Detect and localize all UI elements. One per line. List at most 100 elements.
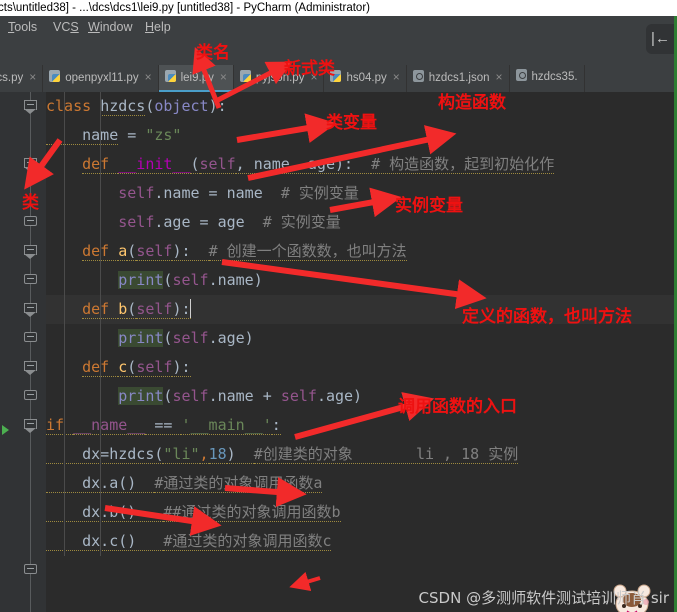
- code-token: #创建类的对象 li , 18 实例: [253, 445, 519, 464]
- editor-tab[interactable]: hzdcs1.json ×: [407, 65, 510, 92]
- editor-tab-label: pyjson.py: [255, 72, 305, 84]
- code-line[interactable]: name = "zs": [46, 121, 677, 150]
- indent-guide: [64, 440, 65, 469]
- indent-guide: [64, 353, 65, 382]
- code-token: class: [46, 97, 101, 115]
- code-token: ,: [199, 445, 209, 464]
- close-icon[interactable]: ×: [220, 65, 227, 90]
- code-line[interactable]: def b(self):: [46, 295, 677, 324]
- editor-tab-label: openpyxl11.py: [65, 72, 139, 84]
- code-line[interactable]: print(self.age): [46, 324, 677, 353]
- fold-box: [24, 564, 37, 574]
- code-token: name: [46, 126, 119, 145]
- text-caret: [189, 299, 191, 318]
- editor-tab[interactable]: pyjson.py ×: [234, 65, 325, 92]
- close-icon[interactable]: ×: [310, 65, 317, 90]
- close-icon[interactable]: ×: [393, 65, 400, 90]
- code-fold-toggle[interactable]: [24, 361, 38, 375]
- editor-tab[interactable]: lei9.py ×: [158, 65, 234, 92]
- code-token: ): [226, 445, 254, 464]
- close-icon[interactable]: ×: [496, 65, 503, 90]
- code-token: ):: [172, 300, 191, 319]
- menu-item-window[interactable]: Window: [88, 20, 132, 34]
- page-title: cts\untitled38] - ...\dcs\dcs1\lei9.py […: [0, 2, 370, 14]
- editor-tab-label: hzdcs1.json: [428, 72, 490, 84]
- code-text-area[interactable]: class hzdcs(object): name = "zs" def __i…: [46, 92, 677, 612]
- fold-box: [24, 303, 37, 313]
- indent-guide: [64, 469, 65, 498]
- code-fold-toggle[interactable]: [24, 274, 38, 288]
- code-token: self: [118, 213, 155, 231]
- indent-guide: [64, 92, 65, 121]
- code-line[interactable]: def __init__(self, name, age): # 构造函数，起到…: [46, 150, 677, 179]
- code-line[interactable]: print(self.name + self.age): [46, 382, 677, 411]
- code-fold-toggle[interactable]: [24, 564, 38, 578]
- code-line[interactable]: print(self.name): [46, 266, 677, 295]
- menu-item-vcs[interactable]: VCS: [53, 20, 79, 34]
- code-fold-toggle[interactable]: [24, 303, 38, 317]
- code-fold-toggle[interactable]: [24, 245, 38, 259]
- code-token: hzdcs: [100, 97, 146, 116]
- code-token: object: [154, 97, 209, 115]
- window-title-bar: cts\untitled38] - ...\dcs\dcs1\lei9.py […: [0, 0, 677, 16]
- editor-tab-label: hzdcs35.: [531, 71, 578, 83]
- code-fold-toggle[interactable]: [24, 158, 38, 172]
- code-token: "zs": [145, 126, 182, 144]
- code-token: "li": [163, 445, 200, 464]
- code-line[interactable]: if __name__ == '__main__':: [46, 411, 677, 440]
- code-token: .age): [316, 387, 363, 405]
- code-token: ##通过类的对象调用函数b: [163, 503, 341, 522]
- code-token: .age): [208, 329, 254, 347]
- code-token: c: [118, 358, 128, 377]
- editor-tab-label: hs04.py: [346, 72, 387, 84]
- json-file-icon: [515, 69, 528, 82]
- code-fold-toggle[interactable]: [24, 332, 38, 346]
- code-token: self: [136, 358, 173, 377]
- menu-label-tools: ools: [14, 20, 38, 34]
- code-token: 18: [208, 445, 227, 464]
- close-icon[interactable]: ×: [145, 65, 152, 90]
- code-fold-toggle[interactable]: [24, 100, 38, 114]
- editor-tab[interactable]: hzdcs35.: [510, 65, 585, 92]
- code-line[interactable]: self.age = age # 实例变量: [46, 208, 677, 237]
- code-line[interactable]: dx.c() #通过类的对象调用函数c: [46, 527, 677, 556]
- code-token: print: [118, 271, 164, 289]
- code-line[interactable]: class hzdcs(object):: [46, 92, 677, 121]
- code-line[interactable]: def a(self): # 创建一个函数数，也叫方法: [46, 237, 677, 266]
- editor-tab[interactable]: hs04.py ×: [324, 65, 407, 92]
- editor-tab[interactable]: openpyxl11.py ×: [43, 65, 159, 92]
- editor-gutter[interactable]: [0, 92, 46, 612]
- python-file-icon: [164, 70, 177, 83]
- indent-guide: [100, 208, 101, 237]
- code-token: '__main__': [181, 416, 272, 435]
- editor-tab[interactable]: dcs.py ×: [0, 65, 44, 92]
- menu-item-help[interactable]: Help: [145, 20, 171, 34]
- code-fold-toggle[interactable]: [24, 390, 38, 404]
- fold-box: [24, 216, 37, 226]
- code-fold-toggle[interactable]: [24, 419, 38, 433]
- run-gutter-icon[interactable]: [2, 425, 9, 435]
- indent-guide: [64, 411, 65, 440]
- code-line[interactable]: def c(self):: [46, 353, 677, 382]
- indent-guide: [64, 266, 65, 295]
- code-fold-toggle[interactable]: [24, 216, 38, 230]
- code-line[interactable]: dx=hzdcs("li",18) #创建类的对象 li , 18 实例: [46, 440, 677, 469]
- indent-guide: [100, 353, 101, 382]
- code-line[interactable]: dx.a() #通过类的对象调用函数a: [46, 469, 677, 498]
- code-editor[interactable]: class hzdcs(object): name = "zs" def __i…: [0, 92, 677, 612]
- code-token: (: [127, 242, 137, 261]
- code-line[interactable]: dx.b() ##通过类的对象调用函数b: [46, 498, 677, 527]
- code-line[interactable]: self.name = name # 实例变量: [46, 179, 677, 208]
- close-icon[interactable]: ×: [29, 65, 36, 90]
- code-token: # 构造函数，起到初始化作: [371, 155, 555, 174]
- code-token: self: [172, 387, 209, 405]
- editor-tab-bar: dcs.py×openpyxl11.py×lei9.py×pyjson.py×h…: [0, 65, 677, 93]
- code-token: (: [190, 155, 200, 174]
- menu-item-tools[interactable]: Tools: [8, 20, 37, 34]
- collapse-panel-icon[interactable]: |←: [646, 24, 675, 54]
- code-token: ):: [208, 97, 227, 115]
- code-token: :: [271, 416, 281, 435]
- indent-guide: [64, 121, 65, 150]
